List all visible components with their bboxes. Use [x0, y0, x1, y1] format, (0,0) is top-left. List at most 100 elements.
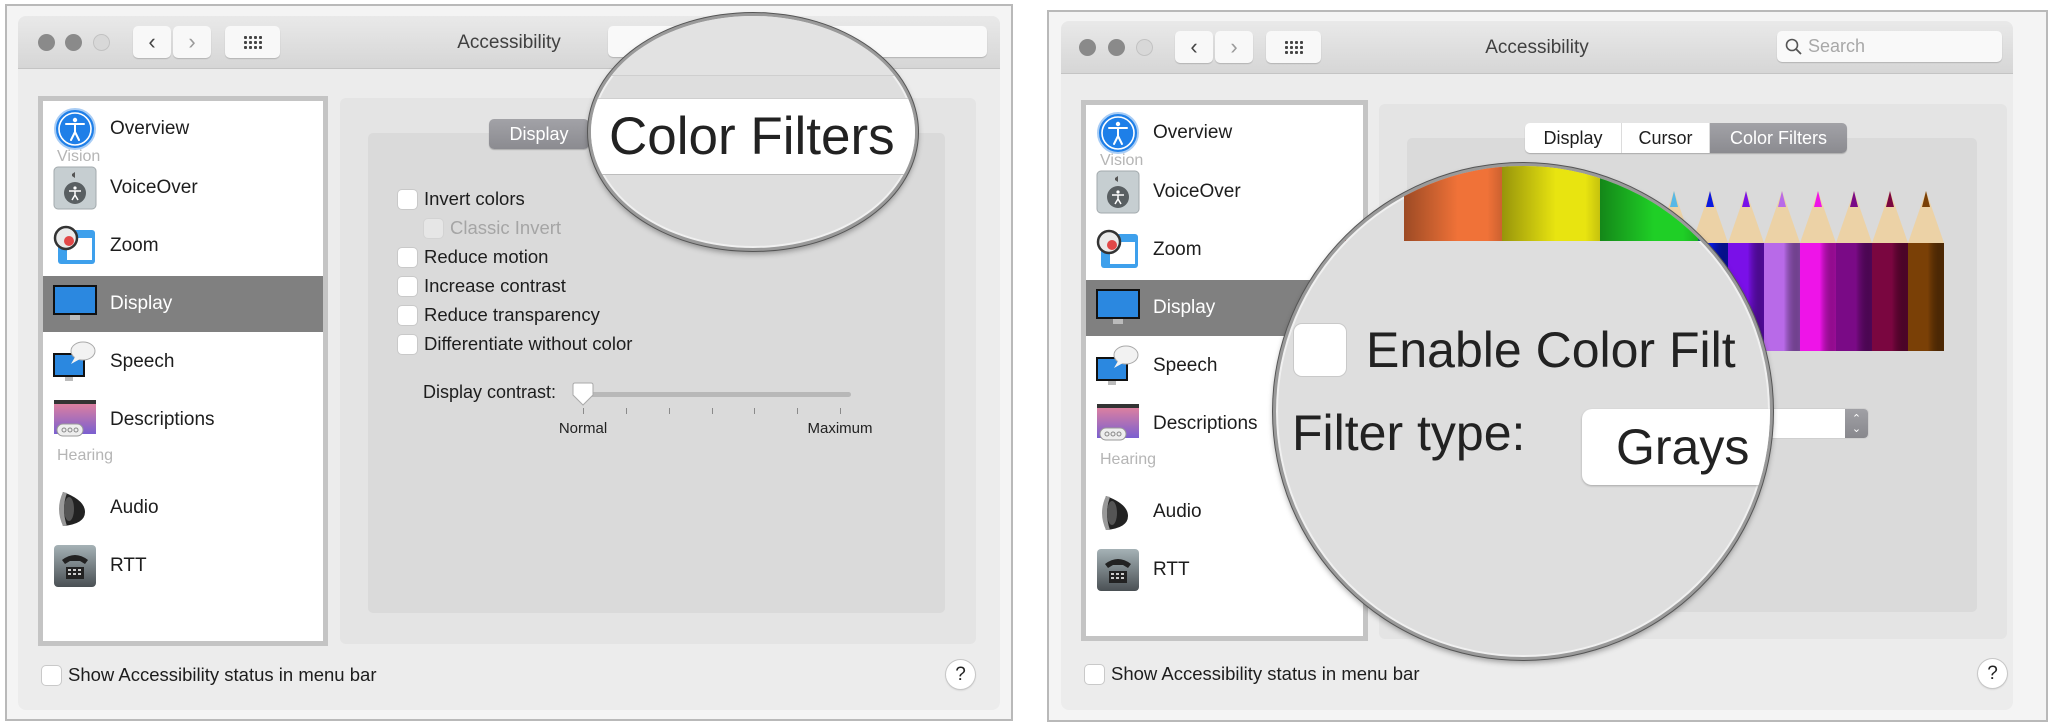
- magnified-pencil: [1698, 166, 1770, 241]
- slider-tick: [625, 408, 627, 414]
- filter-type-label: Filter type:: [1292, 405, 1526, 461]
- slider-max-label: Maximum: [807, 420, 873, 437]
- sidebar-item-label: RTT: [110, 555, 147, 576]
- pencil: [1836, 191, 1872, 356]
- slider-min-label: Normal: [558, 420, 608, 437]
- enable-color-filters-checkbox[interactable]: [1294, 324, 1346, 376]
- search-field[interactable]: Search: [1777, 31, 2002, 62]
- magnified-pencil: [1276, 166, 1346, 241]
- chevron-up-icon: ⌃: [1851, 412, 1862, 425]
- search-icon: [1785, 38, 1802, 55]
- checkbox: [424, 218, 443, 238]
- magnified-pencil: [1404, 166, 1502, 241]
- voiceover-icon: [1096, 170, 1140, 214]
- zoom-icon: [1096, 228, 1140, 272]
- show-status-in-menu-bar-checkbox[interactable]: Show Accessibility status in menu bar: [42, 664, 376, 686]
- sidebar-item-label: VoiceOver: [1153, 181, 1241, 202]
- descriptions-icon: [53, 398, 97, 442]
- classic-invert-checkbox: Classic Invert: [424, 217, 561, 239]
- tab-color-filters[interactable]: Color Filters: [1710, 123, 1847, 153]
- display-icon: [53, 282, 97, 326]
- differentiate-without-color-checkbox[interactable]: Differentiate without color: [398, 333, 632, 355]
- accessibility-icon: [53, 107, 97, 151]
- invert-colors-checkbox[interactable]: Invert colors: [398, 188, 525, 210]
- increase-contrast-checkbox[interactable]: Increase contrast: [398, 275, 566, 297]
- checkbox[interactable]: [1085, 664, 1104, 684]
- sidebar-item-label: Speech: [1153, 355, 1218, 376]
- help-button[interactable]: ?: [946, 660, 975, 689]
- telephone-icon: [53, 544, 97, 588]
- enable-color-filters-label: Enable Color Filt: [1366, 322, 1736, 378]
- pencil: [1800, 191, 1836, 356]
- sidebar-item-audio[interactable]: Audio: [43, 480, 323, 536]
- display-contrast-slider-thumb[interactable]: [572, 382, 594, 406]
- sidebar-item-label: Zoom: [110, 235, 159, 256]
- display-contrast-label: Display contrast:: [423, 382, 557, 402]
- sidebar-item-label: Descriptions: [110, 409, 215, 430]
- sidebar-item-label: Audio: [1153, 501, 1202, 522]
- sidebar-item-zoom[interactable]: Zoom: [43, 218, 323, 274]
- magnified-color-filters-tab-label: Color Filters: [609, 107, 895, 166]
- sidebar-item-label: Display: [1153, 297, 1216, 318]
- descriptions-icon: [1096, 402, 1140, 446]
- zoom-icon: [53, 224, 97, 268]
- sidebar-item-label: Display: [110, 293, 173, 314]
- checkbox[interactable]: [398, 276, 417, 296]
- filter-type-value: Grays: [1616, 419, 1750, 475]
- reduce-motion-checkbox[interactable]: Reduce motion: [398, 246, 548, 268]
- search-placeholder: Search: [1808, 36, 1866, 56]
- help-button[interactable]: ?: [1978, 659, 2007, 688]
- sidebar-item-voiceover[interactable]: VoiceOver: [43, 160, 323, 216]
- sidebar-item-label: Overview: [110, 118, 190, 139]
- tab-bar: Display Cursor Color Filters: [1525, 123, 1847, 153]
- sidebar-item-label: Descriptions: [1153, 413, 1258, 434]
- checkbox[interactable]: [42, 665, 61, 685]
- show-status-in-menu-bar-checkbox[interactable]: Show Accessibility status in menu bar: [1085, 663, 1419, 685]
- telephone-icon: [1096, 548, 1140, 592]
- sidebar-item-label: Audio: [110, 497, 159, 518]
- tab-display[interactable]: Display: [489, 119, 589, 149]
- magnified-pencil: [1600, 166, 1698, 241]
- sidebar-item-label: Zoom: [1153, 239, 1202, 260]
- sidebar-item-label: Overview: [1153, 122, 1233, 143]
- magnifier-lens: Enable Color Filt Filter type: Grays: [1273, 163, 1773, 660]
- sidebar-item-display[interactable]: Display: [43, 276, 323, 332]
- slider-tick: [797, 408, 799, 414]
- pencil: [1908, 191, 1944, 356]
- sidebar-section-hearing: Hearing: [1100, 451, 1157, 468]
- tab-cursor[interactable]: Cursor: [1622, 123, 1710, 153]
- checkbox[interactable]: [398, 305, 417, 325]
- slider-tick: [840, 408, 841, 414]
- speech-icon: [53, 340, 97, 384]
- slider-tick: [583, 408, 584, 414]
- reduce-transparency-checkbox[interactable]: Reduce transparency: [398, 304, 600, 326]
- sidebar-section-hearing: Hearing: [57, 447, 114, 464]
- tab-bar: Display: [489, 119, 589, 149]
- checkbox[interactable]: [398, 247, 417, 267]
- display-contrast-slider-track[interactable]: [575, 392, 851, 397]
- sidebar-item-label: RTT: [1153, 559, 1190, 580]
- filter-type-popup-magnified[interactable]: Grays: [1582, 409, 1770, 485]
- tab-display[interactable]: Display: [1525, 123, 1622, 153]
- display-icon: [1096, 286, 1140, 330]
- magnifier-lens: Color Filters: [588, 13, 918, 251]
- pencil: [1872, 191, 1908, 356]
- title-bar: ‹ › Accessibility Search: [1061, 21, 2013, 74]
- voiceover-icon: [53, 166, 97, 210]
- accessibility-icon: [1096, 111, 1140, 155]
- checkbox[interactable]: [398, 189, 417, 209]
- speaker-icon: [53, 486, 97, 530]
- sidebar-item-label: VoiceOver: [110, 177, 198, 198]
- magnified-pencil: [1502, 166, 1600, 241]
- sidebar: Overview Vision VoiceOver Zoom Display Speech…: [38, 96, 328, 646]
- speech-icon: [1096, 344, 1140, 388]
- filter-type-stepper[interactable]: ⌃ ⌄: [1845, 409, 1868, 438]
- sidebar-item-descriptions[interactable]: Descriptions: [43, 392, 323, 448]
- slider-tick: [711, 408, 713, 414]
- speaker-icon: [1096, 490, 1140, 534]
- slider-tick: [668, 408, 670, 414]
- chevron-down-icon: ⌄: [1851, 422, 1862, 435]
- sidebar-item-rtt[interactable]: RTT: [43, 538, 323, 594]
- sidebar-item-speech[interactable]: Speech: [43, 334, 323, 390]
- checkbox[interactable]: [398, 334, 417, 354]
